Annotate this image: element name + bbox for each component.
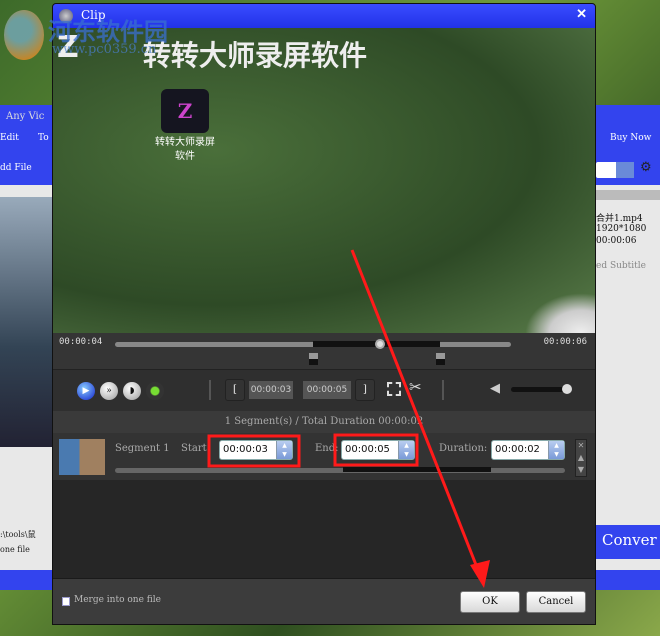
annotation-arrow-head — [470, 560, 490, 588]
annotation-overlay — [207, 249, 490, 588]
annotation-box-end — [333, 433, 419, 467]
watermark-url: www.pc0359.cn — [52, 42, 157, 57]
annotation-arrow-line — [350, 249, 480, 571]
annotation-box-start — [207, 434, 301, 468]
